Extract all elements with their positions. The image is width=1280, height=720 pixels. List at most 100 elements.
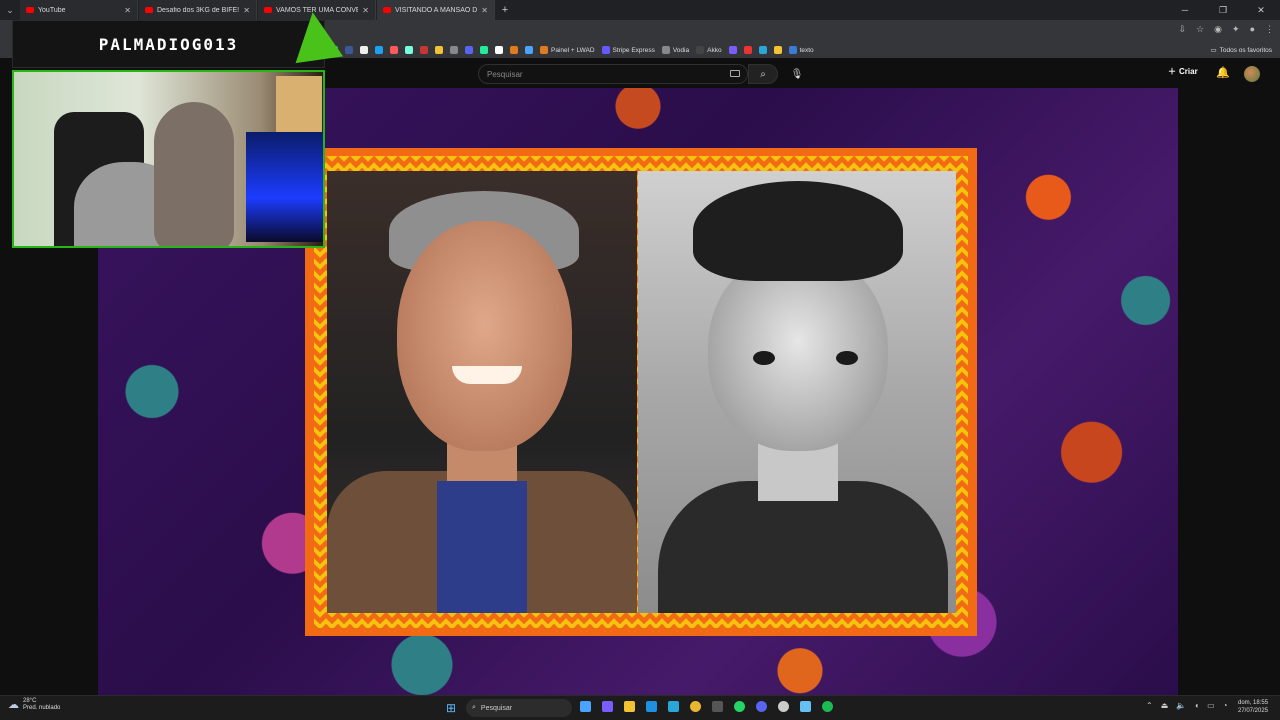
bookmark-stripe[interactable]: Stripe Express <box>601 46 655 54</box>
bookmark-icon[interactable] <box>495 46 503 54</box>
bookmark-painel[interactable]: Painel + LWAD <box>540 46 595 54</box>
taskview-icon[interactable] <box>580 701 591 712</box>
bookmark-icon[interactable] <box>510 46 518 54</box>
photo-young-boy <box>638 171 956 613</box>
bookmark-icon[interactable] <box>728 46 737 54</box>
bookmark-icon[interactable] <box>360 46 368 54</box>
bookmark-icon <box>540 46 548 54</box>
close-icon[interactable]: ✕ <box>362 6 369 15</box>
hair-shape <box>693 181 903 281</box>
close-window-icon[interactable]: ✕ <box>1242 0 1280 20</box>
close-icon[interactable]: ✕ <box>124 6 131 15</box>
mic-tray-icon[interactable]: ◖ <box>1194 701 1199 710</box>
create-label: Criar <box>1179 67 1198 76</box>
taskbar-search-label: Pesquisar <box>480 704 513 712</box>
avatar[interactable] <box>1244 66 1260 82</box>
more-icon[interactable]: ⋮ <box>1265 24 1274 35</box>
chevron-up-icon[interactable]: ⌃ <box>1146 701 1153 710</box>
windows-start-icon[interactable]: ⊞ <box>446 701 456 715</box>
youtube-icon <box>145 7 153 13</box>
bookmark-icon[interactable] <box>758 46 767 54</box>
close-icon[interactable]: ✕ <box>481 6 488 15</box>
speaker-icon[interactable]: 🔈 <box>1176 701 1186 710</box>
whatsapp-icon[interactable] <box>734 701 745 712</box>
obs-icon[interactable] <box>778 701 789 712</box>
network-icon[interactable]: ▭ <box>1207 701 1215 710</box>
bookmark-icon[interactable] <box>450 46 458 54</box>
install-icon[interactable]: ⇩ <box>1179 24 1187 35</box>
tab-title: Desafio dos 3KG de BIFE!! Parte <box>157 6 240 14</box>
search-button[interactable]: ⌕ <box>748 64 778 84</box>
steam-icon[interactable] <box>800 701 811 712</box>
all-bookmarks[interactable]: ▭ Todos os favoritos <box>1210 46 1272 55</box>
bookmark-icon[interactable] <box>525 46 533 54</box>
donkey-mask-shape <box>154 102 234 246</box>
bookmark-icon[interactable] <box>420 46 428 54</box>
tab-title: YouTube <box>38 6 66 14</box>
window-controls: ─ ❐ ✕ <box>1166 0 1280 20</box>
search-input[interactable]: Pesquisar <box>478 64 748 84</box>
usb-icon[interactable]: ⏏ <box>1161 701 1169 710</box>
bookmark-icon[interactable] <box>405 46 413 54</box>
create-button[interactable]: ＋ Criar <box>1168 66 1198 77</box>
smile-shape <box>452 366 522 384</box>
bookmark-label: Stripe Express <box>612 46 655 54</box>
minimize-icon[interactable]: ─ <box>1166 0 1204 20</box>
microphone-icon[interactable]: 🎙 <box>789 66 805 82</box>
spotify-icon[interactable] <box>822 701 833 712</box>
star-icon[interactable]: ☆ <box>1196 24 1204 35</box>
edge-icon[interactable] <box>668 701 679 712</box>
bookmark-icon[interactable] <box>390 46 398 54</box>
new-tab-button[interactable]: + <box>496 4 514 16</box>
bookmark-icon <box>601 46 610 54</box>
taskbar-clock[interactable]: dom, 18:55 27/07/2025 <box>1238 699 1268 715</box>
tab-visitando-active[interactable]: VISITANDO A MANSÃO DO ✕ <box>377 0 495 20</box>
streamer-name-banner: PALMADIOG013 <box>12 20 325 68</box>
bookmark-icon[interactable] <box>465 46 473 54</box>
bookmark-icon[interactable] <box>480 46 488 54</box>
youtube-icon <box>26 7 34 13</box>
bookmark-icon[interactable] <box>375 46 383 54</box>
copilot-icon[interactable] <box>602 701 613 712</box>
search-icon: ⌕ <box>760 68 766 80</box>
bookmark-label: Painel + LWAD <box>551 46 595 54</box>
notifications-bell-icon[interactable]: 🔔 <box>1216 66 1230 79</box>
bookmark-icon[interactable] <box>773 46 782 54</box>
search-placeholder: Pesquisar <box>487 69 523 79</box>
clock-date: 27/07/2025 <box>1238 708 1269 714</box>
close-icon[interactable]: ✕ <box>243 6 250 15</box>
file-explorer-icon[interactable] <box>624 701 635 712</box>
extension-icon[interactable]: ◉ <box>1214 24 1222 35</box>
bookmark-texto[interactable]: texto <box>788 46 814 54</box>
maximize-icon[interactable]: ❐ <box>1204 0 1242 20</box>
taskbar-apps <box>580 701 833 712</box>
bookmark-icon[interactable] <box>743 46 752 54</box>
tab-desafio[interactable]: Desafio dos 3KG de BIFE!! Parte ✕ <box>139 0 257 20</box>
tab-search-icon[interactable]: ⌄ <box>0 0 20 20</box>
bookmark-vodia[interactable]: Vodia <box>661 46 689 54</box>
weather-widget[interactable]: ☁ 28°C Pred. nublado <box>8 698 60 712</box>
streamer-logo <box>288 8 344 64</box>
webcam-feed <box>12 70 325 248</box>
window-shape <box>276 76 322 136</box>
taskbar-search[interactable]: ⌕ Pesquisar <box>466 699 572 717</box>
xbox-icon[interactable] <box>712 701 723 712</box>
puzzle-icon[interactable]: ✦ <box>1232 24 1240 35</box>
all-bookmarks-label: Todos os favoritos <box>1219 46 1272 54</box>
tab-youtube[interactable]: YouTube ✕ <box>20 0 138 20</box>
eye-shape <box>836 351 858 365</box>
store-icon[interactable] <box>646 701 657 712</box>
bookmark-icon <box>661 46 670 54</box>
bookmark-icon[interactable] <box>435 46 443 54</box>
keyboard-icon[interactable] <box>730 70 740 77</box>
photo-older-man <box>327 171 637 613</box>
discord-icon[interactable] <box>756 701 767 712</box>
bookmark-icon <box>696 46 705 54</box>
bookmark-akko[interactable]: Akko <box>696 46 722 54</box>
chrome-icon[interactable] <box>690 701 701 712</box>
pc-case-shape <box>246 132 323 242</box>
volume-icon[interactable]: ◔ <box>1223 701 1228 710</box>
youtube-icon <box>264 7 272 13</box>
profile-icon[interactable]: ● <box>1250 24 1255 35</box>
bookmark-icon[interactable] <box>345 46 353 54</box>
